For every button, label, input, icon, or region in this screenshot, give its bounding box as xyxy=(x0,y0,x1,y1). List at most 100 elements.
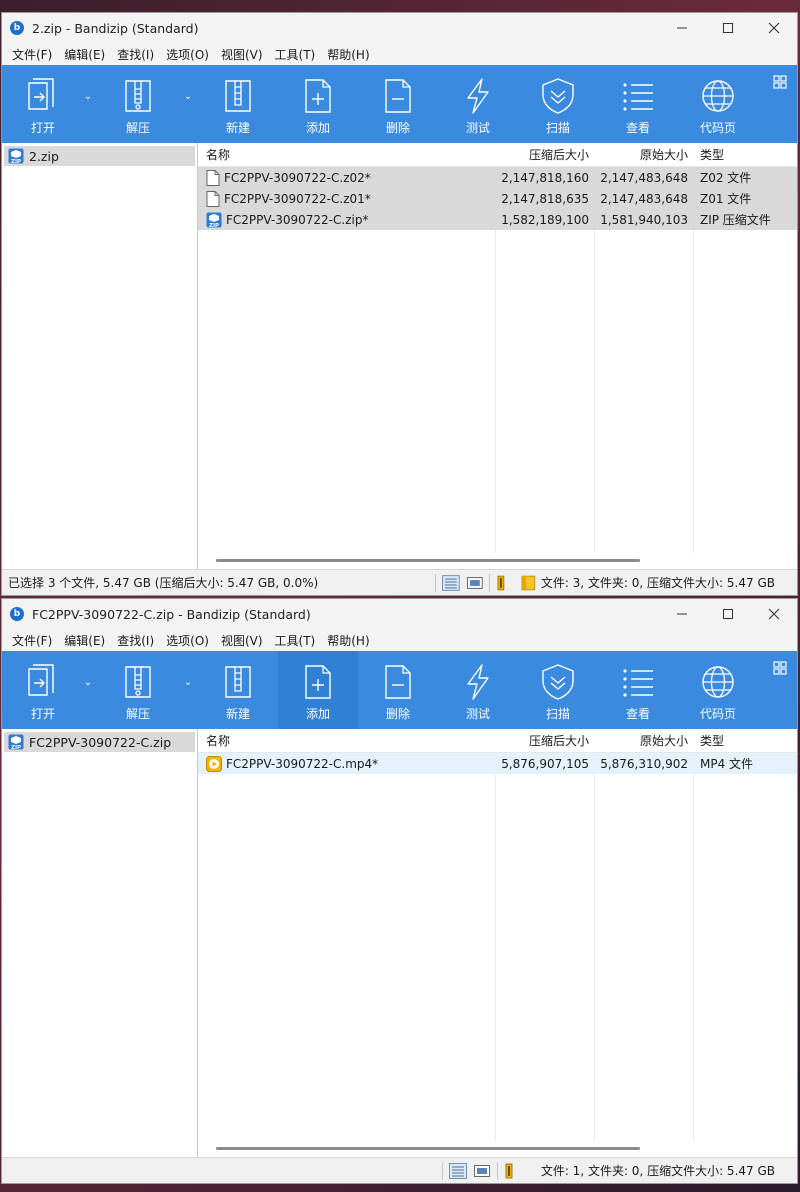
bandizip-window-1: b 2.zip - Bandizip (Standard) 文件(F) 编辑(E… xyxy=(1,12,798,596)
add-file-icon xyxy=(305,79,331,113)
column-header-original-size[interactable]: 原始大小 xyxy=(595,143,694,166)
scan-label: 扫描 xyxy=(545,707,570,721)
open-button[interactable]: 打开 xyxy=(8,65,78,143)
new-button[interactable]: 新建 xyxy=(198,65,278,143)
scrollbar-thumb[interactable] xyxy=(216,1147,640,1150)
file-name: FC2PPV-3090722-C.mp4* xyxy=(226,756,379,771)
lightning-icon xyxy=(467,78,489,114)
file-name: FC2PPV-3090722-C.zip* xyxy=(226,212,369,227)
add-label: 添加 xyxy=(305,707,330,721)
status-bar: 已选择 3 个文件, 5.47 GB (压缩后大小: 5.47 GB, 0.0%… xyxy=(2,569,797,595)
menu-view[interactable]: 视图(V) xyxy=(215,46,269,63)
menu-options[interactable]: 选项(O) xyxy=(160,632,215,649)
table-row[interactable]: FC2PPV-3090722-C.z02* 2,147,818,160 2,14… xyxy=(198,167,797,188)
chevron-down-icon: ⌄ xyxy=(83,677,93,688)
folder-tree: ZIP 2.zip xyxy=(2,143,198,569)
close-button[interactable] xyxy=(751,13,797,43)
new-label: 新建 xyxy=(225,121,250,135)
title-bar[interactable]: b FC2PPV-3090722-C.zip - Bandizip (Stand… xyxy=(2,599,797,629)
column-header-name[interactable]: 名称 xyxy=(198,729,496,752)
test-button[interactable]: 测试 xyxy=(438,65,518,143)
menu-edit[interactable]: 编辑(E) xyxy=(58,46,111,63)
thumbnail-view-icon[interactable] xyxy=(466,575,484,591)
details-view-icon[interactable] xyxy=(449,1162,467,1179)
view-label: 查看 xyxy=(625,121,650,135)
new-label: 新建 xyxy=(225,707,250,721)
scrollbar-thumb[interactable] xyxy=(216,559,640,562)
table-row[interactable]: ZIP FC2PPV-3090722-C.zip* 1,582,189,100 … xyxy=(198,209,797,230)
delete-label: 删除 xyxy=(385,121,410,135)
menu-bar: 文件(F) 编辑(E) 查找(I) 选项(O) 视图(V) 工具(T) 帮助(H… xyxy=(2,43,797,65)
maximize-button[interactable] xyxy=(705,599,751,629)
maximize-button[interactable] xyxy=(705,13,751,43)
chevron-down-icon: ⌄ xyxy=(83,91,93,102)
globe-icon xyxy=(702,666,734,698)
tree-item-archive[interactable]: ZIP 2.zip xyxy=(4,146,195,166)
column-header-type[interactable]: 类型 xyxy=(694,143,797,166)
file-original-size: 2,147,483,648 xyxy=(600,170,688,185)
extract-dropdown-button[interactable]: ⌄ xyxy=(178,65,198,143)
scan-button[interactable]: 扫描 xyxy=(518,65,598,143)
close-button[interactable] xyxy=(751,599,797,629)
menu-tools[interactable]: 工具(T) xyxy=(269,632,322,649)
table-row[interactable]: FC2PPV-3090722-C.z01* 2,147,818,635 2,14… xyxy=(198,188,797,209)
add-button[interactable]: 添加 xyxy=(278,65,358,143)
column-header-packed-size[interactable]: 压缩后大小 xyxy=(496,143,595,166)
menu-file[interactable]: 文件(F) xyxy=(6,632,58,649)
grid-menu-icon[interactable] xyxy=(773,75,787,89)
grid-menu-icon[interactable] xyxy=(773,661,787,675)
extract-dropdown-button[interactable]: ⌄ xyxy=(178,651,198,729)
menu-find[interactable]: 查找(I) xyxy=(111,46,160,63)
thumbnail-view-icon[interactable] xyxy=(473,1163,491,1179)
details-view-icon[interactable] xyxy=(442,574,460,591)
bandizip-logo-icon: b xyxy=(10,21,24,35)
file-original-size: 1,581,940,103 xyxy=(600,212,688,227)
generic-file-icon xyxy=(206,169,220,186)
menu-file[interactable]: 文件(F) xyxy=(6,46,58,63)
menu-view[interactable]: 视图(V) xyxy=(215,632,269,649)
archive-info-icon[interactable] xyxy=(504,1163,522,1179)
zip-archive-icon: ZIP xyxy=(8,734,24,750)
minimize-button[interactable] xyxy=(659,13,705,43)
column-header-name[interactable]: 名称 xyxy=(198,143,496,166)
scan-button[interactable]: 扫描 xyxy=(518,651,598,729)
view-button[interactable]: 查看 xyxy=(598,65,678,143)
folder-icon[interactable] xyxy=(520,575,538,591)
tree-item-archive[interactable]: ZIP FC2PPV-3090722-C.zip xyxy=(4,732,195,752)
column-header-original-size[interactable]: 原始大小 xyxy=(595,729,694,752)
file-name: FC2PPV-3090722-C.z01* xyxy=(224,191,371,206)
minimize-button[interactable] xyxy=(659,599,705,629)
menu-options[interactable]: 选项(O) xyxy=(160,46,215,63)
view-button[interactable]: 查看 xyxy=(598,651,678,729)
delete-button[interactable]: 删除 xyxy=(358,651,438,729)
menu-edit[interactable]: 编辑(E) xyxy=(58,632,111,649)
add-button[interactable]: 添加 xyxy=(278,651,358,729)
horizontal-scrollbar[interactable] xyxy=(198,553,797,569)
svg-text:ZIP: ZIP xyxy=(11,159,21,164)
list-header: 名称 压缩后大小 原始大小 类型 xyxy=(198,729,797,753)
menu-help[interactable]: 帮助(H) xyxy=(321,632,375,649)
codepage-button[interactable]: 代码页 xyxy=(678,65,758,143)
new-button[interactable]: 新建 xyxy=(198,651,278,729)
column-header-packed-size[interactable]: 压缩后大小 xyxy=(496,729,595,752)
extract-button[interactable]: 解压 xyxy=(98,651,178,729)
codepage-button[interactable]: 代码页 xyxy=(678,651,758,729)
open-icon xyxy=(28,78,54,110)
title-bar[interactable]: b 2.zip - Bandizip (Standard) xyxy=(2,13,797,43)
column-header-type[interactable]: 类型 xyxy=(694,729,797,752)
extract-button[interactable]: 解压 xyxy=(98,65,178,143)
test-button[interactable]: 测试 xyxy=(438,651,518,729)
menu-help[interactable]: 帮助(H) xyxy=(321,46,375,63)
horizontal-scrollbar[interactable] xyxy=(198,1141,797,1157)
menu-find[interactable]: 查找(I) xyxy=(111,632,160,649)
generic-file-icon xyxy=(206,190,220,207)
delete-button[interactable]: 删除 xyxy=(358,65,438,143)
open-dropdown-button[interactable]: ⌄ xyxy=(78,65,98,143)
open-dropdown-button[interactable]: ⌄ xyxy=(78,651,98,729)
archive-info-icon[interactable] xyxy=(496,575,514,591)
table-row[interactable]: FC2PPV-3090722-C.mp4* 5,876,907,105 5,87… xyxy=(198,753,797,774)
file-original-size: 2,147,483,648 xyxy=(600,191,688,206)
menu-tools[interactable]: 工具(T) xyxy=(269,46,322,63)
file-packed-size: 1,582,189,100 xyxy=(501,212,589,227)
open-button[interactable]: 打开 xyxy=(8,651,78,729)
